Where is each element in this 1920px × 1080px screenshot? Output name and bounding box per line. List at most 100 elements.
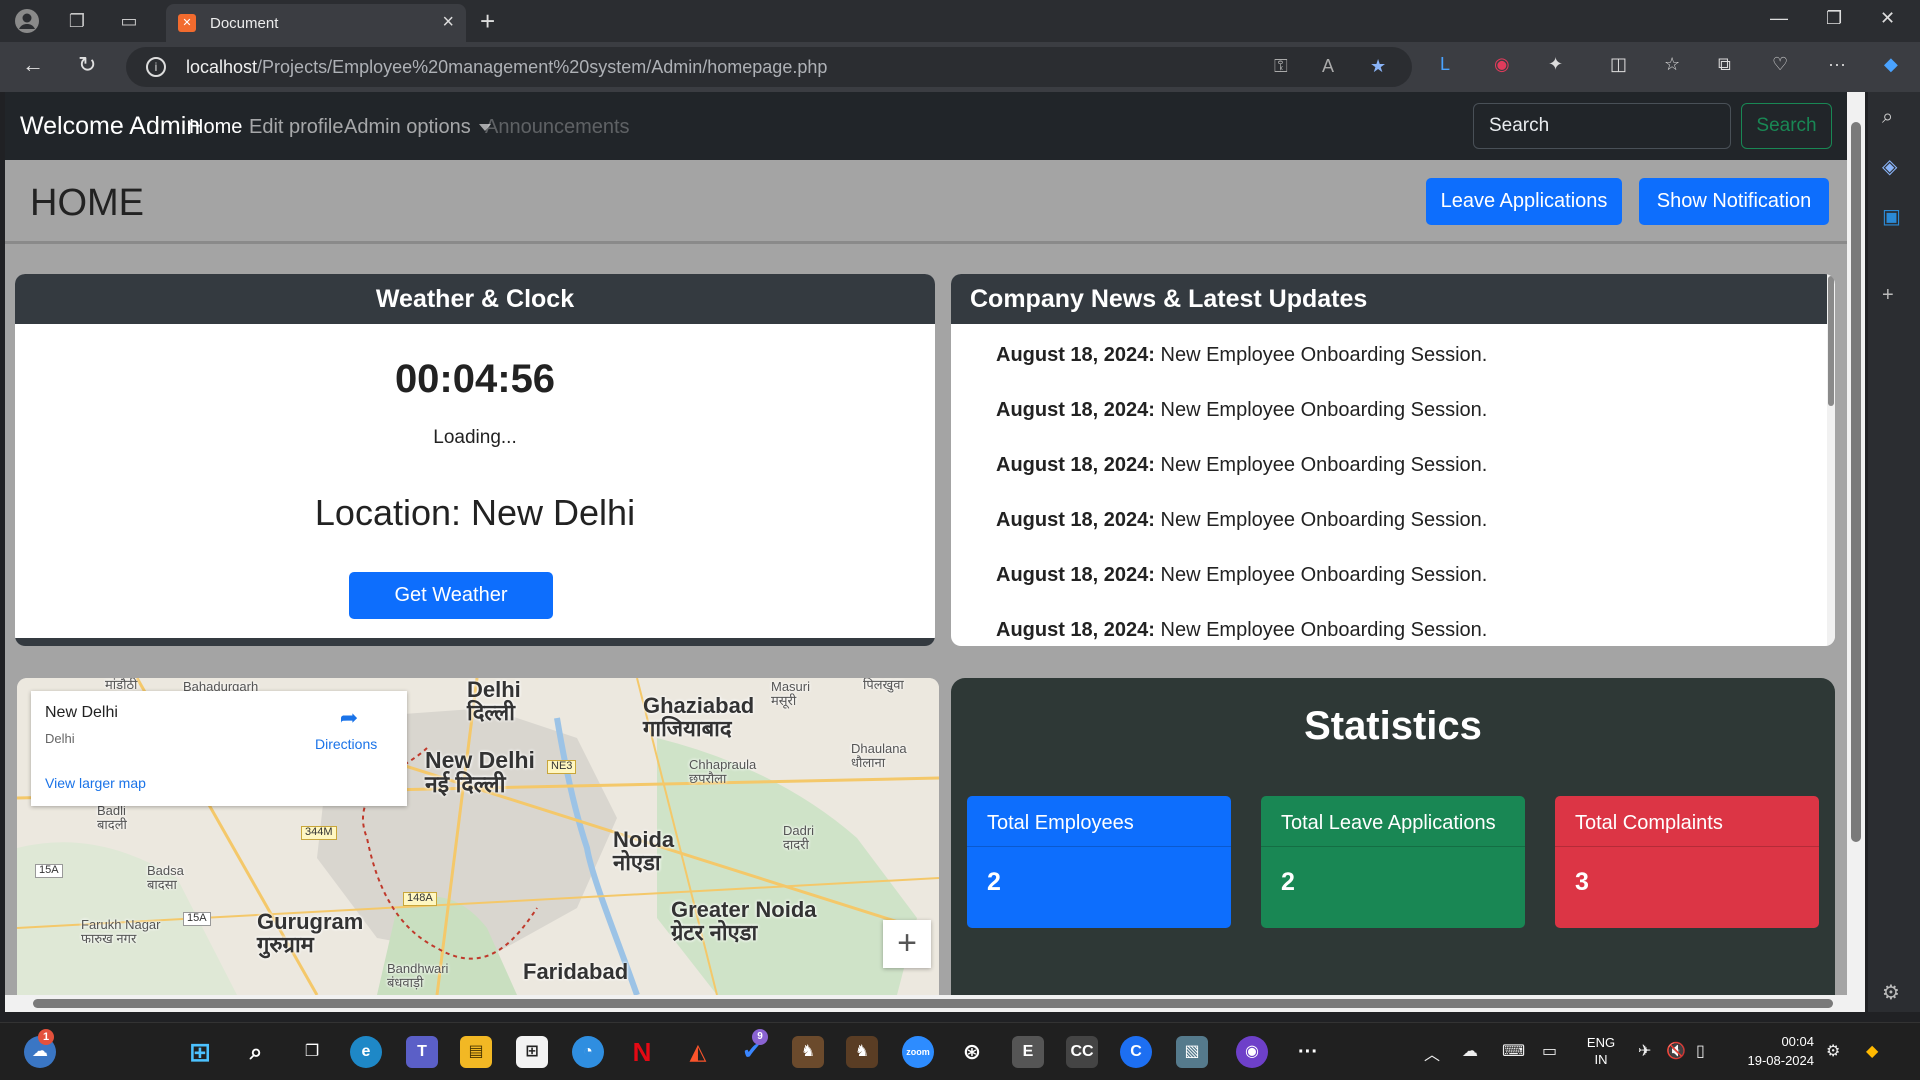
photos-app-icon[interactable]: ▧ (1176, 1036, 1208, 1068)
show-notification-button[interactable]: Show Notification (1639, 178, 1829, 225)
new-tab-icon[interactable]: + (480, 6, 495, 37)
chrome-like-icon[interactable]: ◔ (572, 1036, 604, 1068)
page-vertical-scrollbar[interactable] (1847, 92, 1865, 995)
start-icon[interactable]: ⊞ (184, 1036, 216, 1068)
game-app-icon[interactable]: ♞ (792, 1036, 824, 1068)
clock-date[interactable]: 19-08-2024 (1734, 1052, 1815, 1069)
volume-mute-icon[interactable]: 🔇 (1666, 1041, 1686, 1061)
read-aloud-icon[interactable]: A (1322, 56, 1334, 77)
tab-title: Document (210, 15, 279, 32)
cc-app-icon[interactable]: CC (1066, 1036, 1098, 1068)
copilot-icon[interactable]: ◆ (1884, 54, 1898, 75)
extension-l-icon[interactable]: L (1440, 54, 1450, 75)
url-field[interactable]: i localhost/Projects/Employee%20manageme… (126, 47, 1412, 87)
get-weather-button[interactable]: Get Weather (349, 572, 553, 619)
nav-edit-profile[interactable]: Edit profile (249, 116, 344, 139)
search-input[interactable] (1473, 103, 1731, 149)
game-app-2-icon[interactable]: ♞ (846, 1036, 878, 1068)
refresh-icon[interactable]: ↻ (78, 52, 96, 78)
sidebar-settings-icon[interactable]: ⚙ (1882, 980, 1900, 1005)
collections-icon[interactable]: ⧉ (1718, 54, 1731, 75)
edge-taskbar-icon[interactable]: e (350, 1036, 382, 1068)
page-horizontal-scrollbar[interactable] (5, 995, 1865, 1012)
more-menu-icon[interactable]: ··· (1828, 54, 1846, 75)
map-place-region: Delhi (45, 731, 75, 746)
windows-taskbar: ☁ 1 ⊞ ⌕ ❐ e T ▤ ⊞ ◔ N ◭ ✔ 9 ♞ ♞ zoom ⊛ E… (0, 1022, 1920, 1080)
back-icon[interactable]: ← (22, 52, 44, 78)
sidebar-add-icon[interactable]: + (1882, 284, 1894, 307)
statistics-title: Statistics (1304, 704, 1482, 748)
directions-link[interactable]: Directions (315, 736, 377, 752)
battery-icon[interactable]: ▯ (1696, 1041, 1705, 1061)
xbox-icon[interactable]: ⊛ (956, 1036, 988, 1068)
window-close-icon[interactable]: ✕ (1880, 8, 1895, 29)
sidebar-search-icon[interactable]: ⌕ (1882, 106, 1893, 129)
map-road-148a: 148A (403, 892, 437, 906)
news-date: August 18, 2024: (996, 344, 1155, 366)
tab-actions-icon[interactable]: ▭ (116, 8, 142, 34)
epic-games-icon[interactable]: E (1012, 1036, 1044, 1068)
file-explorer-icon[interactable]: ▤ (460, 1036, 492, 1068)
tray-chevron-icon[interactable]: ︿ (1424, 1041, 1440, 1065)
news-date: August 18, 2024: (996, 454, 1155, 476)
directions-icon[interactable]: ➦ (337, 705, 361, 730)
github-icon[interactable]: ◉ (1236, 1036, 1268, 1068)
split-screen-icon[interactable]: ◫ (1610, 54, 1627, 75)
page-vertical-scrollbar-thumb[interactable] (1851, 122, 1861, 842)
settings-gear-icon[interactable]: ⚙ (1826, 1041, 1840, 1061)
password-key-icon[interactable]: ⚿ (1274, 56, 1288, 77)
nav-admin-options[interactable]: Admin options (344, 116, 491, 139)
copilot-taskbar-icon[interactable]: ◆ (1866, 1041, 1878, 1061)
stat-card-employees: Total Employees 2 (967, 796, 1231, 928)
display-icon[interactable]: ▭ (1542, 1041, 1557, 1061)
zoom-icon[interactable]: zoom (902, 1036, 934, 1068)
extension-record-icon[interactable]: ◉ (1494, 54, 1510, 75)
close-tab-icon[interactable]: × (442, 11, 454, 34)
browser-tab[interactable]: ✕ Document × (166, 4, 466, 42)
search-button[interactable]: Search (1741, 103, 1832, 149)
weather-status: Loading... (433, 427, 517, 448)
nav-home[interactable]: Home (189, 116, 242, 139)
leave-applications-button[interactable]: Leave Applications (1426, 178, 1622, 225)
task-view-icon[interactable]: ❐ (296, 1036, 328, 1068)
browser-essentials-icon[interactable]: ♡ (1772, 54, 1788, 75)
maximize-icon[interactable]: ❐ (1826, 8, 1842, 29)
clock-time[interactable]: 00:04 (1734, 1033, 1814, 1050)
onedrive-icon[interactable]: ☁ (1462, 1041, 1478, 1061)
netflix-icon[interactable]: N (626, 1036, 658, 1068)
favorite-star-icon[interactable]: ★ (1370, 56, 1386, 77)
workspaces-icon[interactable]: ❐ (64, 8, 90, 34)
url-path: /Projects/Employee%20management%20system… (257, 57, 828, 77)
weather-badge: 1 (38, 1029, 54, 1045)
c-app-icon[interactable]: C (1120, 1036, 1152, 1068)
taskbar-search-icon[interactable]: ⌕ (240, 1036, 272, 1068)
navbar-brand[interactable]: Welcome Admin (20, 112, 200, 141)
news-date: August 18, 2024: (996, 619, 1155, 641)
news-item: August 18, 2024: New Employee Onboarding… (996, 454, 1487, 509)
minimize-icon[interactable]: — (1770, 8, 1788, 29)
profile-icon[interactable] (14, 8, 40, 34)
view-larger-map-link[interactable]: View larger map (45, 775, 146, 791)
stat-value: 3 (1575, 868, 1589, 896)
url-text: localhost/Projects/Employee%20management… (186, 57, 827, 78)
map-zoom-in-button[interactable]: + (883, 920, 931, 968)
sidebar-outlook-icon[interactable]: ▣ (1882, 204, 1901, 229)
language-indicator[interactable]: ENG IN (1580, 1034, 1622, 1068)
news-scrollbar-thumb[interactable] (1828, 276, 1834, 406)
teams-icon[interactable]: T (406, 1036, 438, 1068)
news-scrollbar[interactable] (1827, 274, 1835, 646)
stat-divider (967, 846, 1231, 847)
wifi-icon[interactable]: ✈ (1638, 1041, 1651, 1061)
more-apps-icon[interactable]: ··· (1292, 1036, 1324, 1068)
store-icon[interactable]: ⊞ (516, 1036, 548, 1068)
site-info-icon[interactable]: i (146, 57, 166, 77)
embedded-map[interactable]: Delhi दिल्ली New Delhi नई दिल्ली Ghaziabad… (17, 678, 939, 995)
page-header: HOME Leave Applications Show Notificatio… (5, 160, 1847, 244)
sidebar-shopping-icon[interactable]: ◈ (1882, 154, 1897, 179)
extensions-icon[interactable]: ✦ (1548, 54, 1563, 75)
page-horizontal-scrollbar-thumb[interactable] (33, 999, 1833, 1008)
news-item: August 18, 2024: New Employee Onboarding… (996, 564, 1487, 619)
brave-icon[interactable]: ◭ (682, 1036, 714, 1068)
keyboard-icon[interactable]: ⌨ (1502, 1041, 1525, 1061)
favorites-icon[interactable]: ☆ (1664, 54, 1680, 75)
